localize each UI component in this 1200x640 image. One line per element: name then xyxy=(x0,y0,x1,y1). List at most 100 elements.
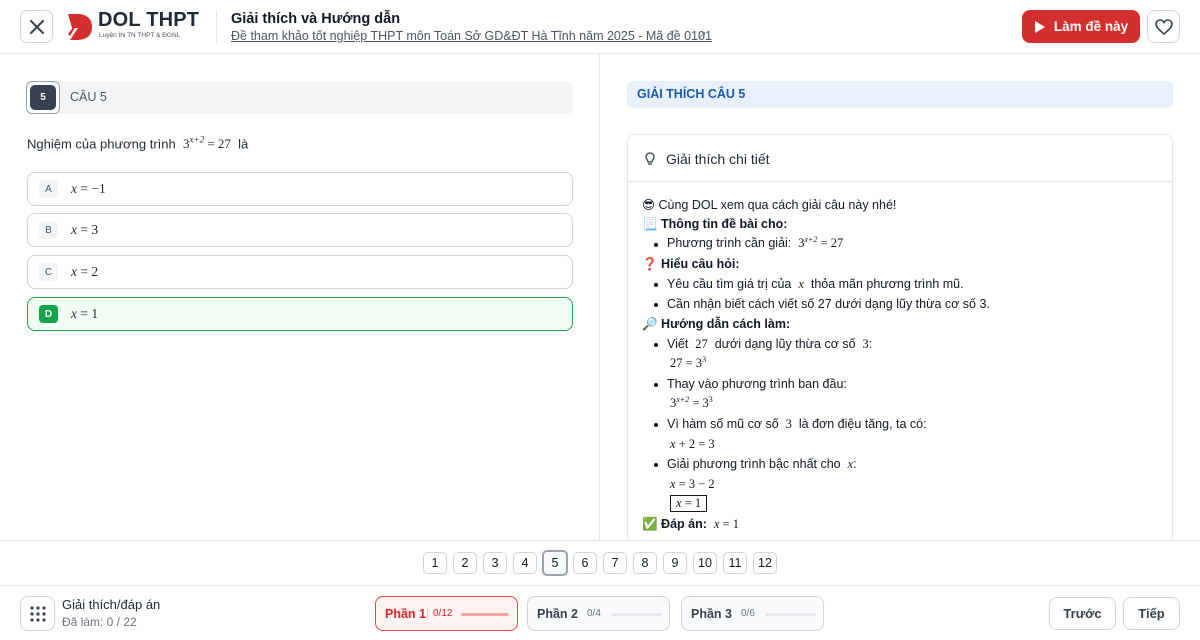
question-number: 5 xyxy=(30,85,56,110)
dol-logo-mark-icon xyxy=(68,14,92,40)
page-button-6[interactable]: 6 xyxy=(573,552,597,574)
close-icon xyxy=(29,19,44,34)
page-button-3[interactable]: 3 xyxy=(483,552,507,574)
option-value: x = 3 xyxy=(71,222,99,237)
part-name: Phần 3 xyxy=(691,607,732,621)
do-exam-label: Làm đề này xyxy=(1053,19,1129,34)
intro-line: 😎 Cùng DOL xem qua cách giải câu này nhé… xyxy=(642,198,897,212)
explanation-header-label: GIẢI THÍCH CÂU 5 xyxy=(637,87,746,101)
part-count: 0/12 xyxy=(433,608,453,619)
page-button-12[interactable]: 12 xyxy=(753,552,777,574)
footer-progress: Đã làm: 0 / 22 xyxy=(62,615,137,629)
part-progress-bar xyxy=(461,613,509,616)
option-b[interactable]: B x = 3 xyxy=(27,213,573,247)
guide-heading: 🔎 Hướng dẫn cách làm: xyxy=(642,317,791,331)
heart-icon xyxy=(1154,18,1173,35)
question-text-after: là xyxy=(238,136,249,152)
part-divider xyxy=(427,609,428,620)
question-panel: 5 CÂU 5 Nghiệm của phương trình 3x+2 = 2… xyxy=(0,54,600,540)
bullet xyxy=(654,303,658,307)
info-item: Phương trình cần giải: 3x+2 = 27 xyxy=(667,235,844,251)
page-button-2[interactable]: 2 xyxy=(453,552,477,574)
question-grid-button[interactable] xyxy=(20,596,55,631)
logo-subtitle: Luyện thi TN THPT & ĐGNL xyxy=(99,32,181,39)
math-line: 27 = 33 xyxy=(670,355,707,371)
footer-title: Giải thích/đáp án xyxy=(62,597,161,612)
option-value: x = 2 xyxy=(71,264,99,279)
page-button-1[interactable]: 1 xyxy=(423,552,447,574)
question-header: 5 CÂU 5 xyxy=(26,81,573,114)
guide-step-3: Vì hàm số mũ cơ số 3 là đơn điệu tăng, t… xyxy=(667,417,927,431)
page-button-5[interactable]: 5 xyxy=(542,550,568,576)
page-button-8[interactable]: 8 xyxy=(633,552,657,574)
part-count: 0/6 xyxy=(741,608,755,619)
guide-step-1: Viết 27 dưới dạng lũy thừa cơ số 3: xyxy=(667,337,873,351)
math-line: 3x+2 = 33 xyxy=(670,395,713,411)
understand-item-2: Cần nhận biết cách viết số 27 dưới dạng … xyxy=(667,297,990,311)
question-text: Nghiệm của phương trình 3x+2 = 27 là xyxy=(27,135,248,152)
option-d[interactable]: D x = 1 xyxy=(27,297,573,331)
explanation-panel: GIẢI THÍCH CÂU 5 Giải thích chi tiết 😎 C… xyxy=(600,54,1200,540)
boxed-result: x = 1 xyxy=(670,495,708,512)
bullet xyxy=(654,283,658,287)
part-count: 0/4 xyxy=(587,608,601,619)
external-link-icon: ↗ xyxy=(698,30,707,41)
card-title: Giải thích chi tiết xyxy=(666,151,770,167)
header-divider xyxy=(216,10,217,44)
part-name: Phần 1 xyxy=(385,607,426,621)
page-title: Giải thích và Hướng dẫn xyxy=(231,11,401,27)
page-button-11[interactable]: 11 xyxy=(723,552,747,574)
guide-step-2: Thay vào phương trình ban đầu: xyxy=(667,377,847,391)
play-icon xyxy=(1034,20,1045,33)
next-button[interactable]: Tiếp xyxy=(1123,597,1180,630)
option-letter: B xyxy=(39,221,58,239)
page-button-7[interactable]: 7 xyxy=(603,552,627,574)
part-2-tab[interactable]: Phần 2 0/4 xyxy=(527,596,670,631)
close-button[interactable] xyxy=(20,10,53,43)
math-line: x = 3 − 2 xyxy=(670,477,715,491)
bullet xyxy=(654,343,658,347)
question-equation: 3x+2 = 27 xyxy=(183,135,231,152)
answer-line: ✅ Đáp án: x = 1 xyxy=(642,517,739,531)
option-letter: C xyxy=(39,263,58,281)
bullet xyxy=(654,463,658,467)
bullet xyxy=(654,383,658,387)
do-exam-button[interactable]: Làm đề này xyxy=(1022,10,1140,43)
question-number-badge: 5 xyxy=(26,81,60,114)
option-value: x = −1 xyxy=(71,181,106,196)
guide-step-4: Giải phương trình bậc nhất cho x: xyxy=(667,457,857,471)
favorite-button[interactable] xyxy=(1147,10,1180,43)
question-text-before: Nghiệm của phương trình xyxy=(27,136,176,152)
exam-link[interactable]: Đề tham khảo tốt nghiệp THPT môn Toán Sở… xyxy=(231,29,712,43)
logo-text: DOL THPT xyxy=(98,9,200,31)
understand-item-1: Yêu cầu tìm giá trị của x thỏa mãn phươn… xyxy=(667,277,964,291)
page-button-9[interactable]: 9 xyxy=(663,552,687,574)
dol-logo[interactable]: DOL THPT Luyện thi TN THPT & ĐGNL xyxy=(66,9,206,44)
option-c[interactable]: C x = 2 xyxy=(27,255,573,289)
page-button-10[interactable]: 10 xyxy=(693,552,717,574)
option-a[interactable]: A x = −1 xyxy=(27,172,573,206)
option-value: x = 1 xyxy=(71,306,99,321)
explanation-header: GIẢI THÍCH CÂU 5 xyxy=(627,81,1173,108)
bottom-bar: Giải thích/đáp án Đã làm: 0 / 22 Phần 1 … xyxy=(0,585,1200,640)
page-button-4[interactable]: 4 xyxy=(513,552,537,574)
math-line: x + 2 = 3 xyxy=(670,437,715,451)
previous-button[interactable]: Trước xyxy=(1049,597,1116,630)
part-3-tab[interactable]: Phần 3 0/6 xyxy=(681,596,824,631)
question-pager: 1 2 3 4 5 6 7 8 9 10 11 12 xyxy=(0,540,1200,585)
top-header: DOL THPT Luyện thi TN THPT & ĐGNL Giải t… xyxy=(0,0,1200,54)
part-name: Phần 2 xyxy=(537,607,578,621)
part-progress-bar xyxy=(611,613,662,616)
understand-heading: ❓ Hiểu câu hỏi: xyxy=(642,257,740,271)
part-progress-bar xyxy=(765,613,816,616)
explanation-card: Giải thích chi tiết 😎 Cùng DOL xem qua c… xyxy=(627,134,1173,540)
lightbulb-icon xyxy=(645,152,655,165)
card-header: Giải thích chi tiết xyxy=(628,135,1172,182)
bullet xyxy=(654,243,658,247)
grid-icon xyxy=(29,605,46,622)
option-letter: A xyxy=(39,180,58,198)
question-label: CÂU 5 xyxy=(70,90,107,104)
info-heading: 📃 Thông tin đề bài cho: xyxy=(642,217,788,231)
part-1-tab[interactable]: Phần 1 0/12 xyxy=(375,596,518,631)
option-letter: D xyxy=(39,305,58,323)
